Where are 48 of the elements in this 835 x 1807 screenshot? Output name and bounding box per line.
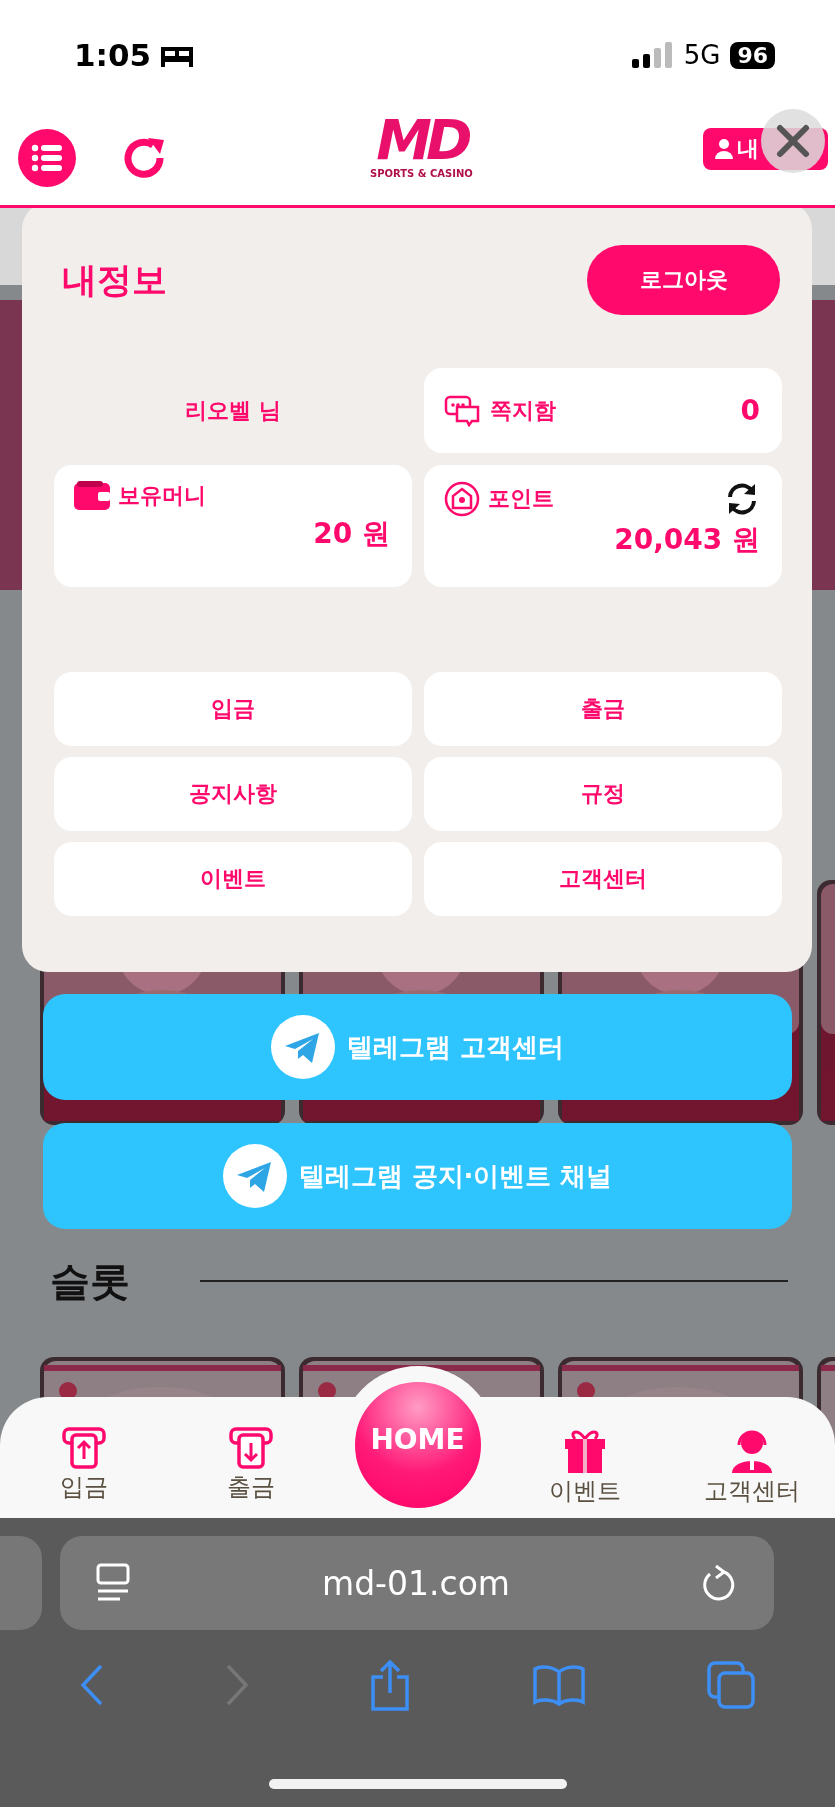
battery-level: 96 bbox=[730, 41, 775, 69]
network-label: 5G bbox=[683, 40, 721, 70]
address-bar[interactable]: md-01.com bbox=[60, 1536, 774, 1630]
menu-button[interactable]: 규정 bbox=[424, 757, 782, 831]
share-icon[interactable] bbox=[369, 1659, 412, 1711]
modal-title: 내정보 bbox=[62, 258, 167, 302]
signal-icon bbox=[631, 42, 674, 68]
back-icon[interactable] bbox=[80, 1664, 105, 1706]
tab-preview[interactable] bbox=[0, 1536, 42, 1630]
close-icon bbox=[776, 124, 810, 158]
url-text: md-01.com bbox=[321, 1563, 511, 1603]
bookmarks-icon[interactable] bbox=[532, 1664, 587, 1706]
reload-icon[interactable] bbox=[702, 1564, 736, 1602]
points-amount: 20,043 원 bbox=[614, 522, 760, 558]
balance-amount: 20 원 bbox=[313, 516, 390, 552]
chat-icon bbox=[444, 394, 482, 427]
reader-icon[interactable] bbox=[96, 1563, 130, 1603]
telegram-button[interactable]: 텔레그램 공지·이벤트 채널 bbox=[43, 1123, 792, 1229]
user-icon bbox=[715, 139, 733, 159]
messages-label: 쪽지함 bbox=[490, 396, 556, 425]
nav-item[interactable]: 고객센터 bbox=[703, 1427, 800, 1518]
nav-item[interactable]: 입금 bbox=[59, 1427, 108, 1518]
wallet-icon bbox=[74, 481, 110, 511]
tabs-icon[interactable] bbox=[706, 1661, 755, 1709]
balance-label: 보유머니 bbox=[118, 482, 206, 510]
paper-plane-icon bbox=[270, 1015, 335, 1079]
messages-card[interactable]: 쪽지함 0 bbox=[424, 368, 782, 453]
logout-button[interactable]: 로그아웃 bbox=[587, 245, 780, 315]
logo-text: SPORTS & CASINO bbox=[370, 168, 473, 179]
menu-button[interactable]: 이벤트 bbox=[54, 842, 412, 916]
points-label: 포인트 bbox=[488, 485, 554, 513]
user-name: 리오벨 님 bbox=[184, 396, 282, 425]
section-title: 슬롯 bbox=[50, 1256, 130, 1306]
withdraw-icon bbox=[228, 1427, 273, 1469]
message-count: 0 bbox=[740, 394, 760, 427]
menu-icon[interactable] bbox=[18, 128, 76, 187]
badge-icon bbox=[444, 481, 480, 517]
forward-icon[interactable] bbox=[224, 1664, 249, 1706]
menu-button[interactable]: 고객센터 bbox=[424, 842, 782, 916]
clock-time: 1:05 bbox=[74, 37, 152, 73]
menu-button[interactable]: 출금 bbox=[424, 672, 782, 746]
paper-plane-icon bbox=[222, 1144, 287, 1208]
nav-item[interactable]: 이벤트 bbox=[548, 1427, 621, 1518]
menu-button[interactable]: 입금 bbox=[54, 672, 412, 746]
menu-button[interactable]: 공지사항 bbox=[54, 757, 412, 831]
deposit-icon bbox=[61, 1427, 106, 1469]
logo-mark[interactable]: MD bbox=[376, 112, 467, 168]
telegram-button[interactable]: 텔레그램 고객센터 bbox=[43, 994, 792, 1100]
